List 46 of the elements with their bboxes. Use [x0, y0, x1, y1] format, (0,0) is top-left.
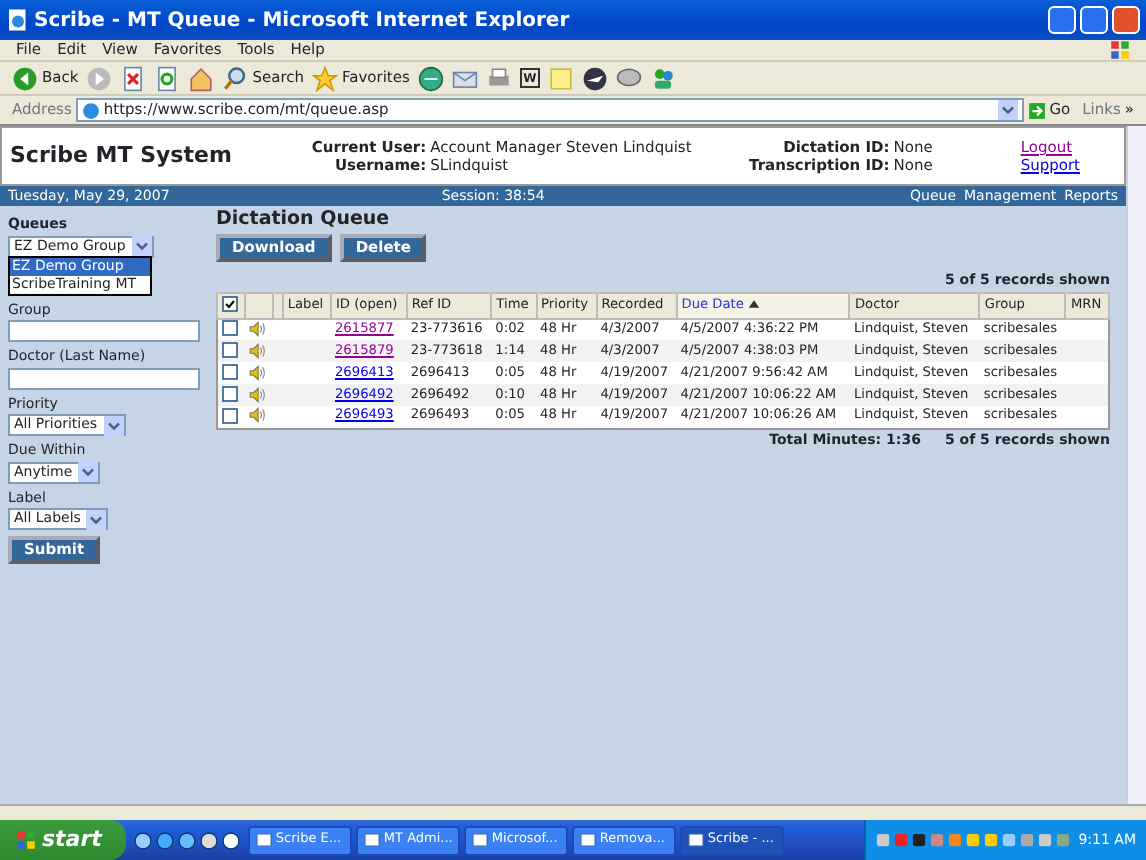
row-checkbox[interactable] — [222, 320, 238, 337]
people-icon[interactable] — [649, 65, 676, 91]
ie-page-icon — [6, 8, 30, 32]
scrollbar[interactable] — [1126, 126, 1146, 804]
go-arrow-icon — [1027, 101, 1046, 119]
window-title: Scribe - MT Queue - Microsoft Internet Explorer — [34, 7, 570, 35]
stop-icon[interactable] — [120, 65, 147, 91]
window-icon — [363, 832, 380, 848]
dropdown-arrow-icon — [86, 509, 107, 529]
media-icon[interactable] — [417, 65, 444, 91]
row-checkbox[interactable] — [222, 385, 238, 402]
speaker-icon[interactable] — [248, 363, 267, 382]
app-title: Scribe MT System — [10, 139, 232, 172]
window-icon — [255, 832, 272, 848]
printer-icon[interactable] — [485, 65, 512, 91]
sort-ascending-icon[interactable] — [748, 297, 761, 310]
windows-logo-icon — [1110, 40, 1130, 60]
windows-logo-icon — [16, 830, 36, 850]
dropdown-arrow-icon[interactable] — [997, 100, 1018, 120]
back-icon — [12, 65, 38, 91]
speaker-icon[interactable] — [248, 385, 267, 404]
dropdown-arrow-icon — [78, 462, 99, 482]
row-checkbox[interactable] — [222, 341, 238, 358]
speaker-icon[interactable] — [248, 341, 267, 360]
dropdown-arrow-icon — [131, 236, 152, 256]
speaker-icon[interactable] — [248, 319, 267, 338]
select-all-checkbox[interactable] — [222, 295, 238, 312]
section-title: Dictation Queue — [216, 206, 392, 234]
maximize-button[interactable] — [1080, 6, 1108, 34]
star-icon — [312, 65, 338, 91]
ie-page-icon — [81, 101, 100, 119]
minimize-button[interactable] — [1048, 6, 1076, 34]
window-icon — [579, 832, 596, 848]
start-button[interactable]: start — [0, 820, 126, 860]
dropdown-arrow-icon — [103, 415, 124, 435]
refresh-icon[interactable] — [154, 65, 181, 91]
window-icon — [687, 832, 704, 848]
row-checkbox[interactable] — [222, 407, 238, 424]
home-icon[interactable] — [188, 65, 215, 91]
close-button[interactable] — [1112, 6, 1140, 34]
text-field[interactable] — [8, 320, 200, 342]
text-field[interactable] — [8, 367, 200, 389]
speaker-icon[interactable] — [248, 406, 267, 425]
window-icon — [471, 832, 488, 848]
row-checkbox[interactable] — [222, 363, 238, 380]
search-icon — [222, 65, 249, 91]
